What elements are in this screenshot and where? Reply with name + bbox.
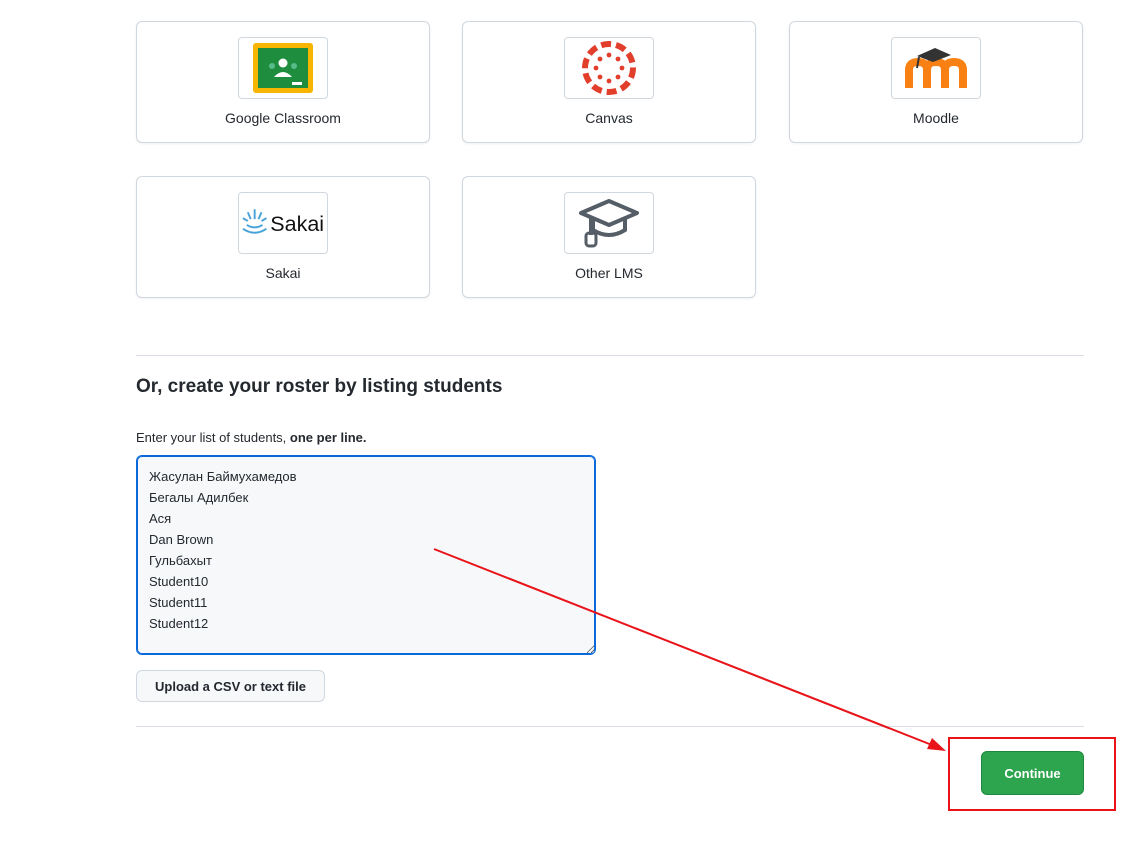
annotation-highlight-box [948,737,1116,811]
instruction-text: Enter your list of students, [136,430,287,445]
lms-card-google-classroom[interactable]: Google Classroom [136,21,430,143]
lms-card-other[interactable]: Other LMS [462,176,756,298]
sakai-logo: Sakai [238,192,328,254]
instruction-emphasis: one per line. [289,430,367,445]
lms-label: Sakai [265,265,301,281]
lms-label: Moodle [913,110,959,126]
graduation-cap-icon [564,192,654,254]
google-classroom-logo [238,37,328,99]
lms-card-sakai[interactable]: Sakai Sakai [136,176,430,298]
lms-label: Canvas [585,110,633,126]
moodle-logo [891,37,981,99]
student-list-textarea[interactable]: Жасулан Баймухамедов Бегалы Адилбек Ася … [136,455,596,655]
lms-card-canvas[interactable]: Canvas [462,21,756,143]
upload-file-button[interactable]: Upload a CSV or text file [136,670,325,702]
roster-heading: Or, create your roster by listing studen… [136,376,503,397]
footer-divider [136,726,1084,727]
lms-label: Other LMS [575,265,643,281]
section-divider [136,355,1084,356]
roster-instruction: Enter your list of students, one per lin… [136,430,367,445]
canvas-logo [564,37,654,99]
sakai-wordmark: Sakai [270,212,324,236]
lms-card-moodle[interactable]: Moodle [789,21,1083,143]
lms-label: Google Classroom [225,110,341,126]
